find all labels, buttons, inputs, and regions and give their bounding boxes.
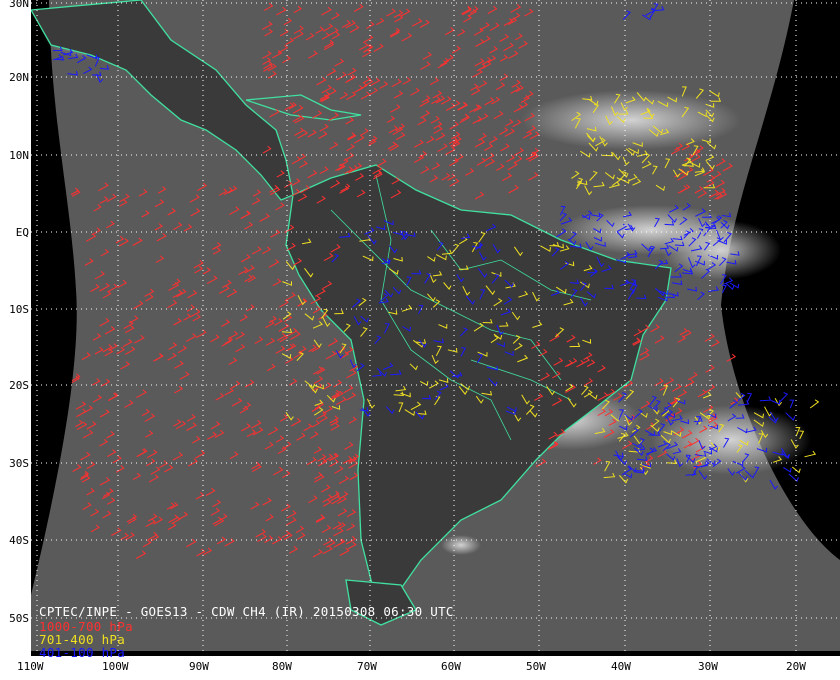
lat-label: 20N: [9, 71, 29, 84]
lat-label: EQ: [15, 226, 29, 239]
lon-label: 60W: [441, 660, 461, 673]
wind-barb: [789, 399, 795, 409]
wind-barb: [779, 392, 789, 403]
lat-label: 50S: [9, 612, 29, 625]
wind-barb: [771, 400, 781, 405]
lon-label: 80W: [272, 660, 292, 673]
wind-barb: [809, 399, 820, 409]
image-title: CPTEC/INPE - GOES13 - CDW CH4 (IR) 20150…: [39, 604, 454, 619]
lon-label: 40W: [611, 660, 631, 673]
wind-barb: [788, 473, 799, 482]
lat-label: 40S: [9, 534, 29, 547]
satellite-map: [31, 0, 840, 656]
lon-label: 100W: [102, 660, 129, 673]
cloud-patch: [661, 220, 781, 280]
lat-label: 20S: [9, 379, 29, 392]
wind-barb: [746, 392, 753, 403]
lat-label: 30S: [9, 457, 29, 470]
lon-label: 90W: [189, 660, 209, 673]
cloud-patch: [651, 405, 811, 475]
lon-label: 50W: [526, 660, 546, 673]
lon-label: 110W: [17, 660, 44, 673]
wind-barb: [791, 466, 801, 474]
wind-barb: [759, 396, 772, 402]
satellite-image-frame: 30N 20N 10N EQ 10S 20S 30S 40S 50S 110W …: [0, 0, 840, 680]
wind-barb: [783, 466, 792, 473]
cloud-patch: [521, 90, 741, 150]
lat-label: 10N: [9, 149, 29, 162]
lon-label: 30W: [698, 660, 718, 673]
legend-high-level: 401-100 hPa: [39, 645, 126, 660]
wind-barb: [774, 398, 782, 407]
lat-label: 10S: [9, 303, 29, 316]
lon-label: 20W: [786, 660, 806, 673]
lat-label: 30N: [9, 0, 29, 10]
wind-barb: [729, 282, 740, 289]
map-canvas: [31, 0, 840, 656]
cloud-patch: [441, 535, 481, 555]
lon-label: 70W: [357, 660, 377, 673]
